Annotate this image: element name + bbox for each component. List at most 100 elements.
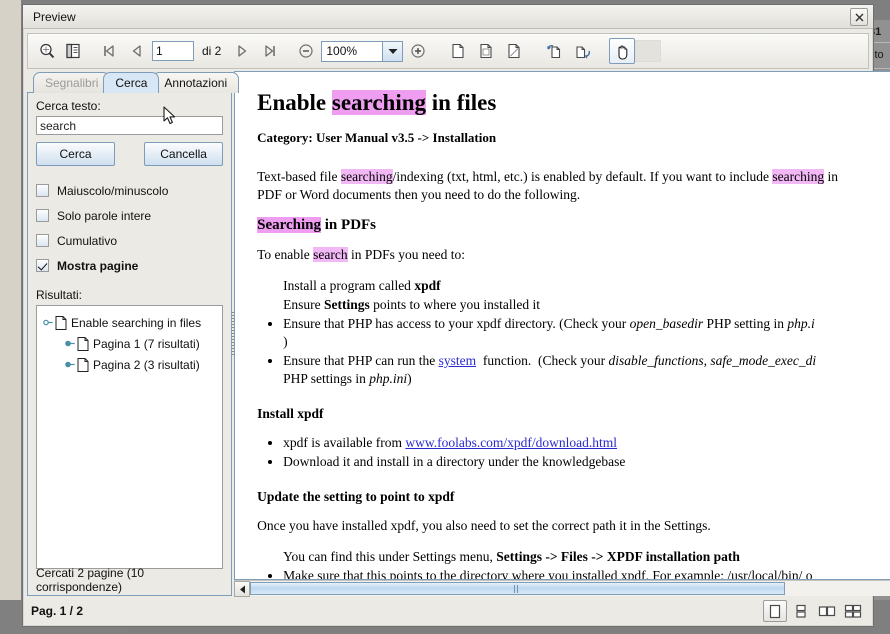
- document-heading-update: Update the setting to point to xpdf: [257, 488, 455, 504]
- expand-handle-icon[interactable]: [63, 338, 77, 349]
- system-link[interactable]: system: [439, 353, 477, 368]
- option-whole-words[interactable]: Solo parole intere: [36, 203, 223, 228]
- list-item: Ensure Settings points to where you inst…: [283, 296, 890, 314]
- tree-child-node-page1[interactable]: Pagina 1 (7 risultati): [41, 333, 218, 354]
- tab-segnalibri[interactable]: Segnalibri: [33, 72, 111, 93]
- horizontal-scrollbar[interactable]: [234, 580, 890, 597]
- window-title: Preview: [33, 9, 76, 24]
- zoom-in-button[interactable]: [405, 38, 431, 64]
- option-show-pages[interactable]: Mostra pagine: [36, 253, 223, 278]
- search-field-label: Cerca testo:: [36, 99, 101, 113]
- tree-node-label: Pagina 2 (3 risultati): [93, 357, 200, 372]
- clear-button[interactable]: Cancella: [144, 142, 224, 166]
- search-status: Cercati 2 pagine (10 corrispondenze): [36, 566, 145, 594]
- search-button-row: Cerca Cancella: [36, 142, 224, 166]
- tab-label: Annotazioni: [164, 76, 228, 90]
- title-bar: Preview: [23, 5, 873, 29]
- rotate-left-icon: [546, 44, 560, 58]
- tab-annotazioni[interactable]: Annotazioni: [152, 72, 240, 93]
- magnifier-button[interactable]: [34, 38, 60, 64]
- next-page-button[interactable]: [229, 38, 255, 64]
- fit-width-button[interactable]: [473, 38, 499, 64]
- page-indicator: Pag. 1 / 2: [31, 604, 84, 618]
- fit-page-button[interactable]: [445, 38, 471, 64]
- close-icon: [855, 13, 863, 21]
- pan-tool-button[interactable]: [609, 38, 636, 64]
- tab-label: Cerca: [115, 76, 148, 90]
- hand-pan-icon: [618, 44, 628, 60]
- list-item: Download it and install in a directory u…: [283, 453, 890, 471]
- scroll-left-button[interactable]: [234, 581, 251, 597]
- list-item: You can find this under Settings menu, S…: [283, 548, 890, 566]
- page-number-input[interactable]: [152, 41, 194, 61]
- toolbar-empty-slot: [635, 40, 662, 62]
- search-input[interactable]: [36, 116, 224, 135]
- search-options-list: Maiuscolo/minuscolo Solo parole intere C…: [36, 178, 223, 278]
- tree-child-node-page2[interactable]: Pagina 2 (3 risultati): [41, 354, 218, 375]
- search-button[interactable]: Cerca: [36, 142, 115, 166]
- rotate-right-icon: [576, 45, 590, 59]
- checkbox-icon[interactable]: [36, 184, 49, 197]
- document-subheading-pdfs: Searching in PDFs: [257, 216, 377, 233]
- checkbox-icon[interactable]: [36, 234, 49, 247]
- tree-node-label: Enable searching in files: [71, 315, 202, 330]
- zoom-out-button[interactable]: [293, 38, 319, 64]
- actual-size-button[interactable]: [501, 38, 527, 64]
- checkbox-checked-icon[interactable]: [36, 259, 49, 272]
- checkbox-icon[interactable]: [36, 209, 49, 222]
- tab-cerca[interactable]: Cerca: [103, 72, 160, 93]
- chevron-down-icon: [388, 48, 398, 54]
- document-heading-install: Install xpdf: [257, 405, 324, 421]
- fit-page-icon: [452, 43, 464, 59]
- rotate-right-button[interactable]: [569, 38, 595, 64]
- zoom-dropdown-button[interactable]: [382, 41, 403, 61]
- facing-pages-layout-button[interactable]: [815, 600, 839, 622]
- toolbar: di 2 100%: [27, 33, 869, 69]
- close-button[interactable]: [850, 8, 868, 26]
- magnifier-icon: [40, 43, 55, 59]
- list-item: Install a program called xpdf: [283, 277, 890, 295]
- document-category: Category: User Manual v3.5 -> Installati…: [257, 130, 497, 146]
- first-page-button[interactable]: [96, 38, 122, 64]
- document-icon: [77, 336, 89, 351]
- list-item: Ensure that PHP has access to your xpdf …: [283, 315, 890, 351]
- facing-continuous-layout-button[interactable]: [841, 600, 865, 622]
- expand-handle-icon[interactable]: [63, 359, 77, 370]
- document-update-paragraph: Once you have installed xpdf, you also n…: [257, 517, 711, 533]
- results-tree[interactable]: Enable searching in files Pagina 1 (7 ri…: [36, 305, 224, 569]
- list-item: xpdf is available from www.foolabs.com/x…: [283, 434, 890, 452]
- horizontal-scroll-track[interactable]: [250, 581, 890, 596]
- tree-root-node[interactable]: Enable searching in files: [41, 312, 218, 333]
- page-navigation-group: di 2: [96, 38, 283, 64]
- first-page-icon: [104, 45, 114, 57]
- document-intro-line2: PDF or Word documents then you need to d…: [257, 186, 581, 202]
- content-area: Segnalibri Cerca Annotazioni Cerca testo…: [27, 71, 890, 597]
- last-page-button[interactable]: [257, 38, 283, 64]
- single-page-layout-button[interactable]: [763, 600, 787, 622]
- search-side-panel: Segnalibri Cerca Annotazioni Cerca testo…: [27, 71, 240, 596]
- expand-handle-icon[interactable]: [41, 317, 55, 328]
- zoom-combobox[interactable]: 100%: [321, 40, 404, 62]
- side-panel-button[interactable]: [60, 38, 86, 64]
- document-enable-line: To enable search in PDFs you need to:: [257, 246, 466, 262]
- search-pane: Cerca testo: Cerca Cancella Maiuscolo/mi…: [27, 92, 233, 596]
- panel-tab-strip: Segnalibri Cerca Annotazioni: [27, 71, 240, 93]
- background-window-left: [0, 0, 22, 600]
- continuous-layout-button[interactable]: [789, 600, 813, 622]
- xpdf-download-link[interactable]: www.foolabs.com/xpdf/download.html: [405, 435, 617, 450]
- last-page-icon: [265, 45, 276, 57]
- option-cumulative[interactable]: Cumulativo: [36, 228, 223, 253]
- document-viewport: Enable searching in files Category: User…: [234, 71, 890, 580]
- zoom-out-icon: [299, 44, 313, 58]
- chevron-left-icon: [239, 585, 245, 593]
- horizontal-scroll-thumb[interactable]: [250, 582, 785, 595]
- previous-page-icon: [132, 45, 141, 57]
- previous-page-button[interactable]: [124, 38, 150, 64]
- rotate-left-button[interactable]: [541, 38, 567, 64]
- single-page-layout-icon: [769, 604, 781, 618]
- document-icon: [55, 315, 67, 330]
- pdf-page-canvas[interactable]: Enable searching in files Category: User…: [235, 72, 890, 579]
- facing-continuous-layout-icon: [844, 604, 862, 618]
- next-page-icon: [238, 45, 247, 57]
- option-match-case[interactable]: Maiuscolo/minuscolo: [36, 178, 223, 203]
